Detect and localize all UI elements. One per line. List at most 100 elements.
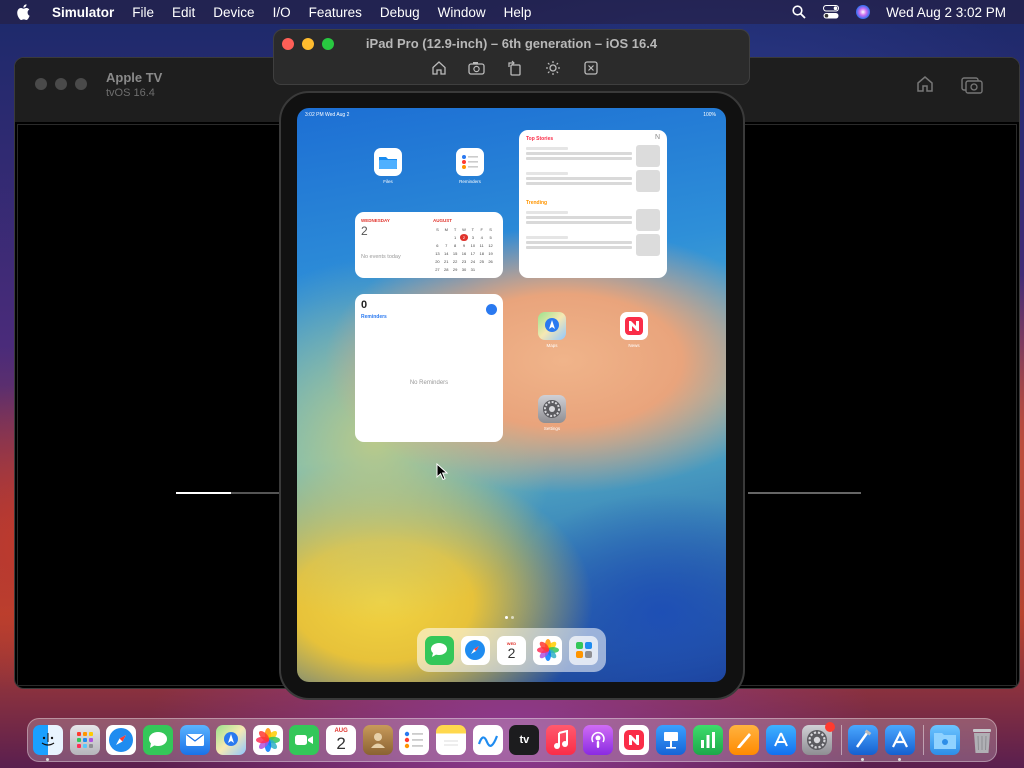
- tv-close-button[interactable]: [35, 78, 47, 90]
- menu-clock[interactable]: Wed Aug 2 3:02 PM: [886, 5, 1006, 20]
- calendar-day-cell: [442, 234, 451, 241]
- finder-icon[interactable]: [33, 725, 63, 761]
- news-story[interactable]: [526, 145, 660, 167]
- menu-help[interactable]: Help: [504, 5, 532, 20]
- calendar-day-cell: 3: [471, 235, 474, 240]
- app-label: Settings: [543, 426, 561, 431]
- control-center-icon[interactable]: [822, 3, 840, 21]
- calendar-day-cell: 11: [479, 243, 484, 248]
- calendar-weekday: WEDNESDAY: [361, 218, 390, 223]
- page-dot: [505, 616, 508, 619]
- home-icon[interactable]: [915, 74, 935, 94]
- menu-window[interactable]: Window: [438, 5, 486, 20]
- app-store-icon[interactable]: [765, 725, 796, 755]
- numbers-icon[interactable]: [692, 725, 723, 755]
- rotate-icon[interactable]: [506, 59, 524, 77]
- xcode-icon[interactable]: [848, 725, 879, 761]
- news-icon[interactable]: [619, 725, 650, 755]
- home-icon[interactable]: [430, 59, 448, 77]
- facetime-icon[interactable]: [289, 725, 320, 755]
- news-widget[interactable]: N Top Stories Trending: [519, 130, 667, 278]
- tv-app-icon[interactable]: tv: [509, 725, 540, 755]
- apple-icon[interactable]: [16, 0, 36, 24]
- tv-minimize-button[interactable]: [55, 78, 67, 90]
- side-button-icon[interactable]: [582, 59, 600, 77]
- news-story[interactable]: [526, 170, 660, 192]
- simulator-icon[interactable]: [884, 725, 915, 761]
- menu-features[interactable]: Features: [309, 5, 362, 20]
- calendar-icon[interactable]: AUG 2: [326, 725, 357, 755]
- pages-icon[interactable]: [729, 725, 760, 755]
- news-top-stories: Top Stories: [526, 136, 554, 142]
- ipad-status-battery: 100%: [703, 112, 716, 118]
- calendar-day-cell: 28: [444, 267, 449, 272]
- calendar-day-cell: 25: [479, 259, 484, 264]
- keynote-icon[interactable]: [655, 725, 686, 755]
- calendar-day-cell: 30: [461, 267, 467, 272]
- news-story[interactable]: [526, 234, 660, 256]
- app-settings[interactable]: Settings: [536, 395, 568, 431]
- app-maps[interactable]: Maps: [536, 312, 568, 348]
- reminders-icon[interactable]: [399, 725, 430, 755]
- reminders-widget[interactable]: 0 Reminders No Reminders: [355, 294, 503, 442]
- page-indicator[interactable]: [505, 616, 514, 619]
- maps-icon: [538, 312, 566, 340]
- music-icon[interactable]: [545, 725, 576, 755]
- menu-io[interactable]: I/O: [273, 5, 291, 20]
- calendar-day-number: 2: [361, 224, 368, 238]
- messages-icon[interactable]: [424, 635, 454, 665]
- notes-icon[interactable]: [436, 725, 467, 755]
- calendar-day-cell: 16: [461, 251, 467, 256]
- menu-edit[interactable]: Edit: [172, 5, 195, 20]
- screenshot-icon[interactable]: [961, 74, 983, 94]
- ipad-dock: WED 2: [417, 628, 606, 672]
- maps-icon[interactable]: [216, 725, 247, 755]
- gear-icon[interactable]: [802, 722, 836, 755]
- trash-icon[interactable]: [967, 725, 997, 755]
- calendar-day-cell: 21: [444, 259, 449, 264]
- photos-icon[interactable]: [533, 635, 563, 665]
- screenshot-icon[interactable]: [468, 59, 486, 77]
- news-thumbnail: [636, 234, 660, 256]
- freeform-icon[interactable]: [472, 725, 503, 755]
- search-icon[interactable]: [790, 3, 808, 21]
- appearance-icon[interactable]: [544, 59, 562, 77]
- ipad-home-screen[interactable]: 3:02 PM Wed Aug 2 100% Files Reminders M…: [297, 108, 726, 682]
- menu-app-name[interactable]: Simulator: [52, 5, 114, 20]
- safari-icon[interactable]: [106, 725, 137, 755]
- app-library-icon[interactable]: [569, 635, 599, 665]
- calendar-day-cell: 23: [461, 259, 467, 264]
- photos-icon[interactable]: [252, 725, 283, 755]
- messages-icon[interactable]: [142, 725, 173, 755]
- notification-badge: [825, 722, 836, 732]
- calendar-icon[interactable]: WED 2: [496, 635, 526, 665]
- app-news[interactable]: News: [618, 312, 650, 348]
- calendar-widget[interactable]: WEDNESDAY 2 No events today AUGUST SMTWT…: [355, 212, 503, 278]
- calendar-no-events: No events today: [361, 254, 401, 260]
- gear-icon: [538, 395, 566, 423]
- siri-icon[interactable]: [854, 3, 872, 21]
- list-icon[interactable]: [486, 304, 497, 315]
- contacts-icon[interactable]: [362, 725, 393, 755]
- ipad-toolbar: [274, 59, 749, 77]
- menu-file[interactable]: File: [132, 5, 154, 20]
- safari-icon[interactable]: [460, 635, 490, 665]
- tv-zoom-button[interactable]: [75, 78, 87, 90]
- app-files[interactable]: Files: [372, 148, 404, 184]
- podcasts-icon[interactable]: [582, 725, 613, 755]
- mail-icon[interactable]: [179, 725, 210, 755]
- reminders-empty-state: No Reminders: [409, 380, 449, 386]
- calendar-day-cell: 27: [435, 267, 440, 272]
- downloads-folder-icon[interactable]: [930, 725, 961, 755]
- news-story[interactable]: [526, 209, 660, 231]
- app-label: Files: [383, 179, 393, 184]
- launchpad-icon[interactable]: [69, 725, 100, 755]
- menu-debug[interactable]: Debug: [380, 5, 420, 20]
- dock-calendar-day: 2: [507, 644, 516, 661]
- news-trending: Trending: [526, 200, 548, 206]
- app-reminders[interactable]: Reminders: [454, 148, 486, 184]
- calendar-day-cell: [486, 266, 495, 273]
- menu-device[interactable]: Device: [213, 5, 254, 20]
- calendar-day-cell: 5: [489, 235, 492, 240]
- calendar-weekday-header: S: [436, 227, 439, 232]
